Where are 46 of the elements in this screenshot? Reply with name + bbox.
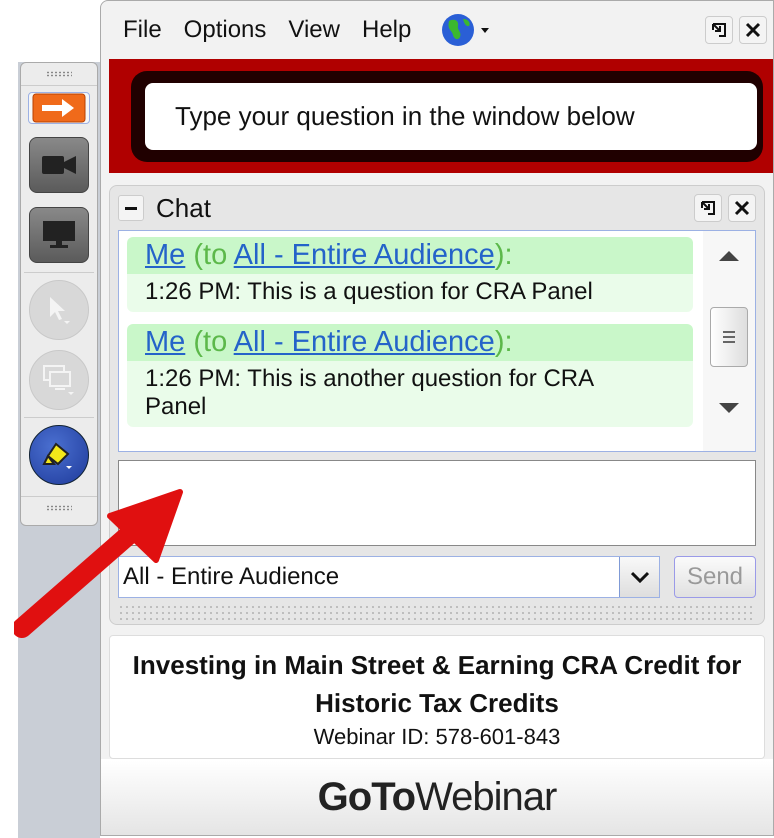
close-icon (745, 22, 761, 38)
close-button[interactable] (739, 16, 767, 44)
popout-icon (711, 22, 727, 38)
chevron-down-icon (630, 571, 648, 583)
menu-item[interactable]: File (123, 16, 184, 44)
grip-handle[interactable] (46, 505, 72, 511)
arrow-button[interactable] (28, 92, 90, 124)
globe-icon (441, 13, 492, 47)
sender-link[interactable]: Me (145, 239, 186, 271)
popout-icon (700, 200, 716, 216)
scroll-up-icon[interactable] (719, 249, 739, 261)
recipient-link[interactable]: All - Entire Audience (234, 239, 495, 271)
logo: GoToWebinar (318, 774, 556, 820)
menu-item[interactable]: Options (184, 16, 288, 44)
collapse-button[interactable] (118, 195, 144, 221)
scrollbar[interactable] (703, 231, 755, 451)
colon-label: ): (494, 326, 513, 358)
screen-button[interactable] (28, 206, 90, 264)
message-text: 1:26 PM: This is a question for CRA Panel (127, 274, 693, 312)
monitors-icon (42, 364, 76, 396)
recipient-dropdown[interactable]: All - Entire Audience (118, 556, 660, 598)
sender-link[interactable]: Me (145, 326, 186, 358)
banner-text: Type your question in the window below (145, 82, 757, 150)
popout-button[interactable] (705, 16, 733, 44)
message-input[interactable] (118, 460, 756, 546)
close-icon (734, 200, 750, 216)
webinar-id: Webinar ID: 578-601-843 (312, 724, 562, 750)
close-button[interactable] (728, 194, 756, 222)
grip-handle[interactable] (46, 71, 72, 77)
menu-item[interactable]: View (288, 16, 362, 44)
dropdown-button[interactable] (619, 557, 659, 597)
to-label: (to (193, 326, 228, 358)
webinar-title: Investing in Main Street & Earning CRA Credit for Historic Tax Credits (132, 649, 742, 720)
recipient-link[interactable]: All - Entire Audience (234, 326, 495, 358)
message-text: 1:26 PM: This is another question for CRA Panel (127, 361, 693, 427)
camera-button[interactable] (28, 136, 90, 194)
language-button[interactable] (441, 13, 492, 47)
monitor-icon (43, 221, 75, 249)
colon-label: ): (494, 239, 513, 271)
popout-button[interactable] (694, 194, 722, 222)
menu-item[interactable]: Help (362, 16, 434, 44)
scroll-thumb[interactable] (710, 307, 748, 367)
to-label: (to (193, 239, 228, 271)
camera-icon (42, 154, 76, 176)
chat-title: Chat (156, 192, 211, 224)
scroll-down-icon[interactable] (719, 403, 739, 415)
